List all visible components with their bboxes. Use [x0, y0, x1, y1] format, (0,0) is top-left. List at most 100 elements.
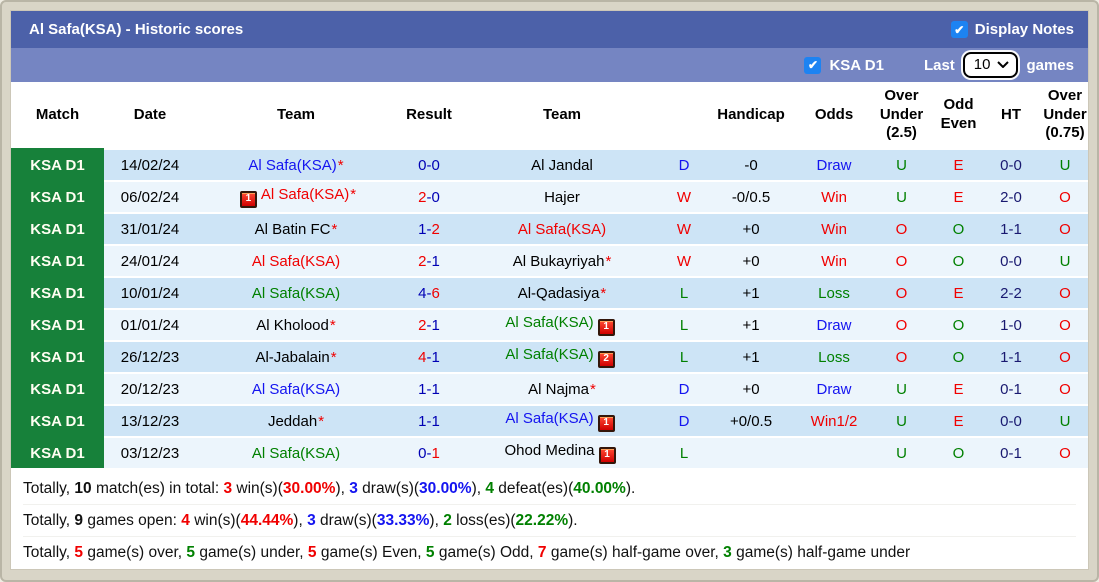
home-team-cell: Al Safa(KSA) — [196, 372, 396, 405]
last-games-select[interactable]: 10 — [962, 52, 1019, 78]
away-team-name: Al Najma — [528, 380, 589, 398]
summary-segment: 4 — [181, 512, 190, 529]
summary-segment: 3 — [723, 544, 732, 561]
summary-segment: defeat(es)( — [494, 480, 574, 497]
home-score: 4 — [418, 348, 427, 366]
over-under-25-cell: U — [872, 180, 931, 213]
result-cell: 4-6 — [396, 276, 462, 309]
over-under-075-cell: O — [1036, 276, 1088, 309]
col-header-ht: HT — [986, 82, 1036, 149]
summary-segment: game(s) Even, — [316, 544, 426, 561]
match-row: KSA D1 14/02/24 Al Safa(KSA)* 0-0 Al Jandal D… — [11, 148, 1088, 181]
summary-segment: Totally, — [23, 512, 75, 529]
home-score: 1 — [418, 380, 427, 398]
odds-cell — [796, 436, 872, 468]
date-cell: 01/01/24 — [104, 308, 196, 341]
historic-scores-panel: Al Safa(KSA) - Historic scores ✔ Display… — [10, 10, 1089, 570]
league-cell: KSA D1 — [11, 404, 104, 437]
summary-segment: 10 — [74, 480, 92, 497]
odds-cell: Win — [796, 180, 872, 213]
red-card-icon: 1 — [597, 414, 615, 432]
odds-cell: Win1/2 — [796, 404, 872, 437]
result-cell: 2-0 — [396, 180, 462, 213]
over-under-25-cell: O — [872, 276, 931, 309]
away-team-cell: Al-Qadasiya* — [462, 276, 662, 309]
away-team-name: Al Safa(KSA) — [517, 220, 607, 238]
home-team-cell: Jeddah* — [196, 404, 396, 437]
summary-segment: ), — [429, 512, 444, 529]
handicap-cell — [706, 436, 796, 468]
summary-segment: 9 — [74, 512, 84, 529]
away-team-name: Hajer — [544, 188, 580, 206]
away-team-cell: Al Najma* — [462, 372, 662, 405]
ht-cell: 1-1 — [986, 340, 1036, 373]
away-score: 1 — [431, 380, 440, 398]
date-cell: 03/12/23 — [104, 436, 196, 468]
handicap-cell: +1 — [706, 276, 796, 309]
summary-segment: Totally, — [23, 544, 75, 561]
away-score: 0 — [431, 188, 440, 206]
summary-segment: 7 — [537, 544, 547, 561]
match-row: KSA D1 06/02/24 1 Al Safa(KSA)* 2-0 Hajer W -0/… — [11, 180, 1088, 213]
page: Al Safa(KSA) - Historic scores ✔ Display… — [0, 0, 1099, 582]
league-filter-checkbox[interactable]: ✔ — [804, 56, 822, 74]
star-marker: * — [605, 252, 612, 270]
home-team-name: Al Safa(KSA) — [251, 284, 341, 302]
col-header-date: Date — [104, 82, 196, 149]
summary-segment: loss(es)( — [451, 512, 516, 529]
over-under-25-cell: U — [872, 404, 931, 437]
home-score: 2 — [418, 252, 427, 270]
home-team-cell: 1 Al Safa(KSA)* — [196, 180, 396, 213]
handicap-cell: -0 — [706, 148, 796, 181]
red-card-icon: 1 — [598, 446, 616, 464]
wdl-cell: W — [662, 212, 706, 245]
home-team-name: Al Safa(KSA) — [251, 380, 341, 398]
away-team-name: Al Safa(KSA) — [505, 410, 594, 428]
match-row: KSA D1 01/01/24 Al Kholood* 2-1 Al Safa(KSA)… — [11, 308, 1088, 341]
odd-even-cell: O — [931, 436, 986, 468]
away-team-cell: Ohod Medina 1 — [462, 436, 662, 468]
over-under-075-cell: O — [1036, 372, 1088, 405]
away-team-cell: Al Safa(KSA) 2 — [462, 340, 662, 373]
ht-cell: 0-1 — [986, 372, 1036, 405]
handicap-cell: +0 — [706, 372, 796, 405]
wdl-cell: L — [662, 276, 706, 309]
summary-segment: win(s)( — [232, 480, 283, 497]
summary-segment: game(s) half-game over, — [546, 544, 724, 561]
display-notes-checkbox[interactable]: ✔ — [950, 21, 968, 38]
date-cell: 14/02/24 — [104, 148, 196, 181]
home-team-name: Al Safa(KSA) — [251, 252, 341, 270]
league-cell: KSA D1 — [11, 372, 104, 405]
result-cell: 4-1 — [396, 340, 462, 373]
home-score: 4 — [418, 284, 427, 302]
home-team-name: Al Batin FC — [254, 220, 331, 238]
date-cell: 10/01/24 — [104, 276, 196, 309]
page-title: Al Safa(KSA) - Historic scores — [29, 21, 244, 38]
handicap-cell: -0/0.5 — [706, 180, 796, 213]
summary-segment: Totally, — [23, 480, 75, 497]
ht-cell: 1-0 — [986, 308, 1036, 341]
summary-segment: game(s) under, — [195, 544, 308, 561]
over-under-075-cell: O — [1036, 436, 1088, 468]
summary-line: Totally, 5 game(s) over, 5 game(s) under… — [23, 536, 1076, 568]
odds-cell: Draw — [796, 372, 872, 405]
star-marker: * — [318, 412, 325, 430]
ht-cell: 0-0 — [986, 148, 1036, 181]
summary-segment: 5 — [425, 544, 435, 561]
summary-segment: game(s) over, — [83, 544, 187, 561]
handicap-cell: +1 — [706, 308, 796, 341]
summary-segment: 22.22% — [515, 512, 569, 529]
away-score: 1 — [431, 412, 440, 430]
away-score: 1 — [431, 316, 440, 334]
away-team-cell: Al Bukayriyah* — [462, 244, 662, 277]
home-team-cell: Al-Jabalain* — [196, 340, 396, 373]
col-header-result: Result — [396, 82, 462, 149]
summary-segment: 5 — [307, 544, 317, 561]
col-header-odds: Odds — [796, 82, 872, 149]
result-cell: 2-1 — [396, 244, 462, 277]
match-row: KSA D1 03/12/23 Al Safa(KSA) 0-1 Ohod Medina… — [11, 436, 1088, 468]
star-marker: * — [600, 284, 607, 302]
wdl-cell: L — [662, 308, 706, 341]
over-under-075-cell: O — [1036, 180, 1088, 213]
odd-even-cell: O — [931, 212, 986, 245]
